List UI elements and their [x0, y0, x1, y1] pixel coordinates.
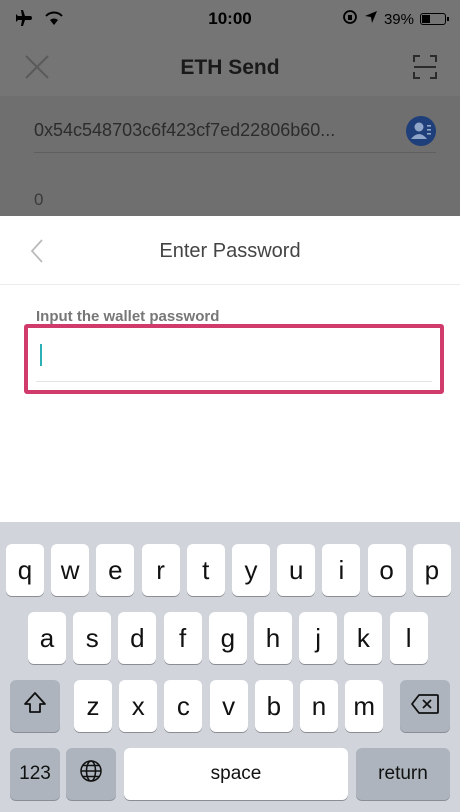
key-d[interactable]: d: [118, 612, 157, 664]
sheet-title: Enter Password: [159, 240, 301, 262]
key-n[interactable]: n: [300, 680, 338, 732]
page-title: ETH Send: [180, 56, 280, 79]
nav-bar: ETH Send: [0, 40, 460, 96]
key-b[interactable]: b: [254, 680, 293, 732]
key-a[interactable]: a: [28, 612, 66, 664]
space-key[interactable]: space: [124, 748, 348, 800]
sheet-header: Enter Password: [0, 216, 460, 285]
globe-icon: [78, 758, 104, 791]
key-z[interactable]: z: [74, 680, 112, 732]
backspace-icon: [410, 691, 440, 722]
key-y[interactable]: y: [232, 544, 270, 596]
shift-icon: [22, 690, 48, 723]
key-h[interactable]: h: [254, 612, 292, 664]
text-caret: [40, 344, 42, 366]
password-label: Input the wallet password: [36, 308, 220, 325]
keyboard: 123 space return qwertyuiop asdfghjkl zxcv…: [0, 522, 460, 812]
address-row[interactable]: 0x54c548703c6f423cf7ed22806b60...: [34, 114, 436, 153]
battery-level: [422, 15, 430, 23]
key-c[interactable]: c: [164, 680, 203, 732]
amount-field[interactable]: 0: [34, 190, 43, 210]
recipient-address[interactable]: 0x54c548703c6f423cf7ed22806b60...: [34, 120, 335, 141]
key-f[interactable]: f: [163, 612, 202, 664]
key-u[interactable]: u: [277, 544, 316, 596]
key-o[interactable]: o: [367, 544, 406, 596]
orientation-lock-icon: [342, 9, 358, 29]
key-x[interactable]: x: [119, 680, 158, 732]
key-v[interactable]: v: [209, 680, 248, 732]
key-k[interactable]: k: [344, 612, 383, 664]
key-m[interactable]: m: [345, 680, 384, 732]
key-j[interactable]: j: [299, 612, 338, 664]
status-bar: 10:00 39%: [0, 0, 460, 40]
backspace-key[interactable]: [400, 680, 450, 732]
numbers-key[interactable]: 123: [10, 748, 60, 800]
key-q[interactable]: q: [6, 544, 44, 596]
key-t[interactable]: t: [186, 544, 225, 596]
return-key[interactable]: return: [356, 748, 450, 800]
key-p[interactable]: p: [412, 544, 451, 596]
password-field-highlight: [24, 324, 444, 394]
key-e[interactable]: e: [96, 544, 135, 596]
password-input[interactable]: [36, 336, 432, 382]
contact-icon[interactable]: [406, 116, 436, 146]
key-l[interactable]: l: [389, 612, 428, 664]
scan-icon[interactable]: [412, 54, 438, 85]
key-w[interactable]: w: [51, 544, 90, 596]
send-form: 0x54c548703c6f423cf7ed22806b60... 0: [0, 96, 460, 216]
password-sheet: Enter Password Input the wallet password: [0, 216, 460, 522]
input-underline: [36, 381, 432, 382]
shift-key[interactable]: [10, 680, 60, 732]
key-r[interactable]: r: [141, 544, 180, 596]
key-g[interactable]: g: [208, 612, 247, 664]
key-s[interactable]: s: [73, 612, 112, 664]
battery-icon: [420, 13, 449, 25]
globe-key[interactable]: [66, 748, 116, 800]
location-icon: [364, 10, 378, 28]
key-i[interactable]: i: [322, 544, 361, 596]
battery-percent: 39%: [383, 10, 414, 28]
